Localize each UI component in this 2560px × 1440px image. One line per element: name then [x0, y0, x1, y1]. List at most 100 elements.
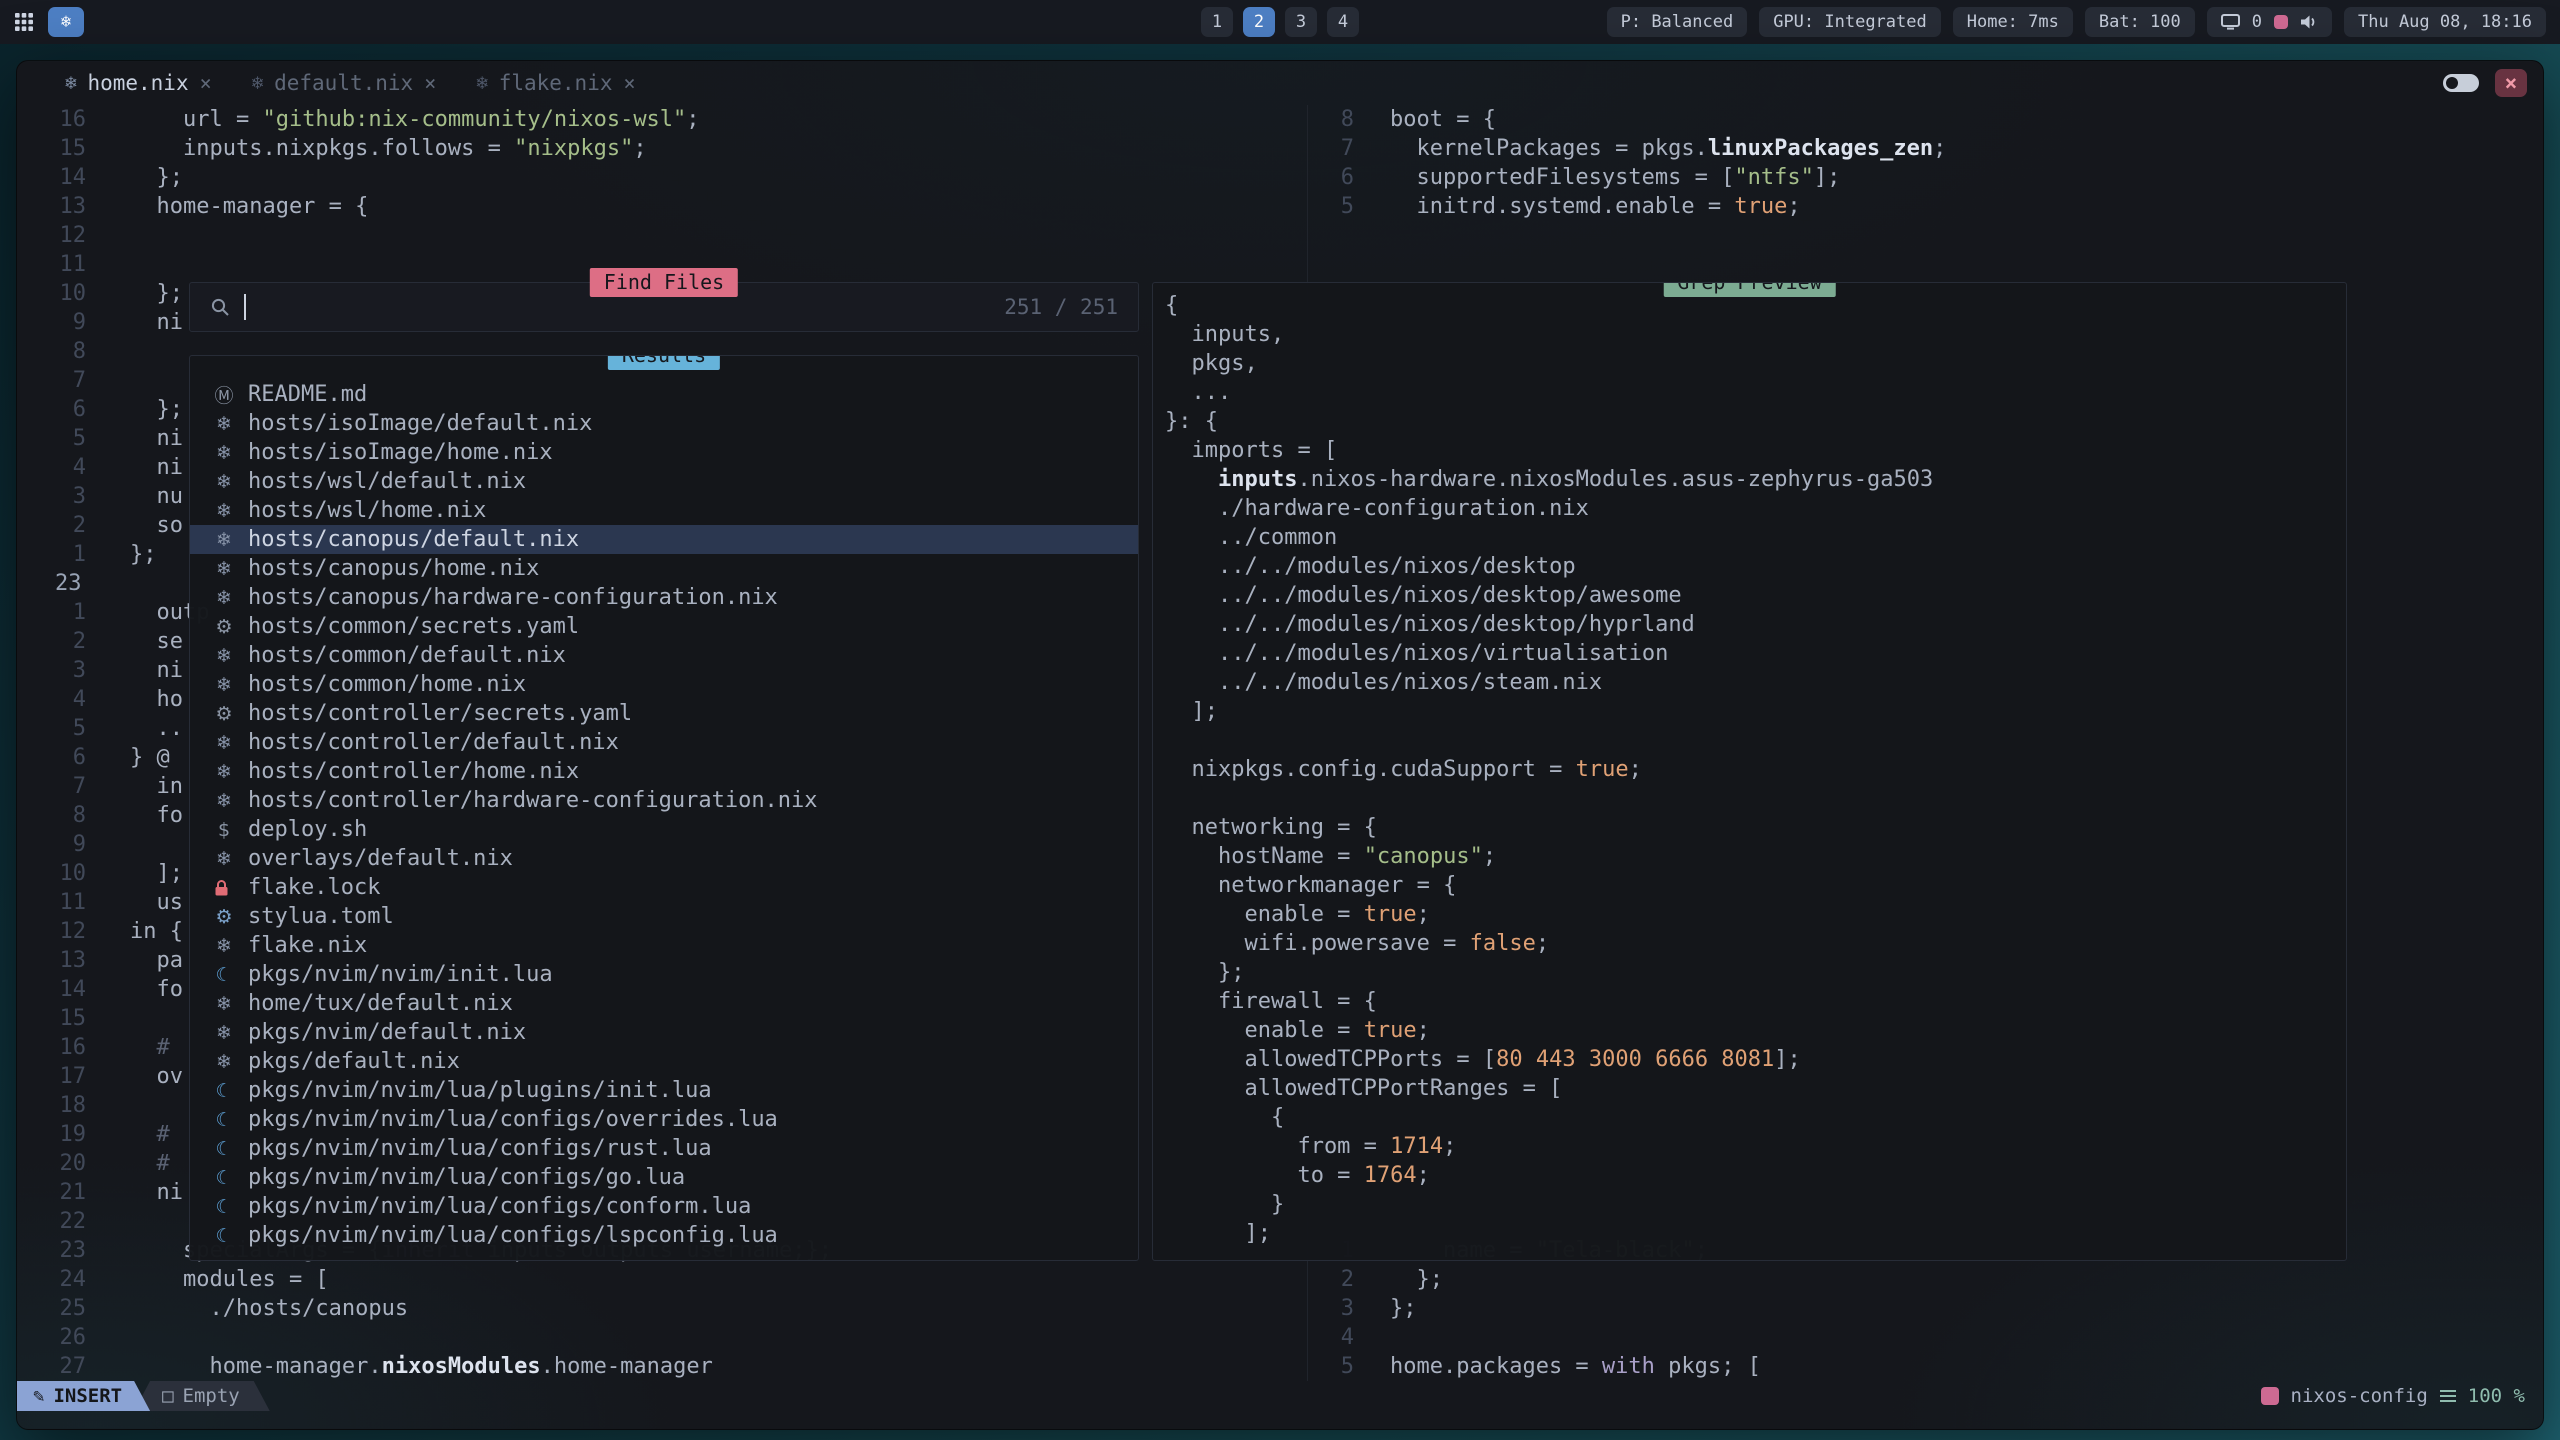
lua-file-icon: ☾	[214, 1109, 234, 1131]
tab-default.nix[interactable]: ❄default.nix×	[232, 61, 457, 105]
workspace-3[interactable]: 3	[1285, 7, 1317, 37]
result-item[interactable]: ❄hosts/wsl/home.nix	[190, 496, 1138, 525]
tab-label: home.nix	[87, 71, 188, 95]
nix-snowflake-icon[interactable]: ❄	[48, 7, 84, 37]
result-filename: pkgs/nvim/nvim/init.lua	[248, 962, 553, 987]
tab-close-icon[interactable]: ×	[200, 71, 212, 95]
result-item[interactable]: ☾pkgs/nvim/nvim/lua/configs/go.lua	[190, 1163, 1138, 1192]
line-number: 13	[17, 192, 86, 221]
close-window-button[interactable]: ×	[2495, 69, 2527, 97]
result-item[interactable]: ❄home/tux/default.nix	[190, 989, 1138, 1018]
result-item[interactable]: ☾ pkgs/nvim/nvim/lua/configs/overrides.lu…	[190, 1105, 1138, 1134]
line-number: 27	[17, 1352, 86, 1381]
search-icon	[210, 297, 230, 317]
result-filename: hosts/common/home.nix	[248, 672, 526, 697]
result-item[interactable]: ❄hosts/isoImage/default.nix	[190, 409, 1138, 438]
line-number: 5	[17, 424, 86, 453]
workspace-1[interactable]: 1	[1201, 7, 1233, 37]
line-number: 24	[17, 1265, 86, 1294]
preview-line: nixpkgs.config.cudaSupport = true;	[1165, 755, 2346, 784]
result-item[interactable]: ❄hosts/isoImage/home.nix	[190, 438, 1138, 467]
result-item[interactable]: ☾pkgs/nvim/nvim/lua/plugins/init.lua	[190, 1076, 1138, 1105]
result-item[interactable]: ⚙stylua.toml	[190, 902, 1138, 931]
preview-line	[1165, 726, 2346, 755]
result-item[interactable]: ❄overlays/default.nix	[190, 844, 1138, 873]
result-filename: hosts/isoImage/home.nix	[248, 440, 553, 465]
result-item[interactable]: ❄pkgs/nvim/default.nix	[190, 1018, 1138, 1047]
code-line: 7 kernelPackages = pkgs.linuxPackages_ze…	[1308, 134, 2543, 163]
pencil-icon: ✎	[33, 1385, 44, 1407]
mode-indicator: ✎ INSERT	[17, 1381, 150, 1411]
result-item[interactable]: ❄hosts/canopus/default.nix	[190, 525, 1138, 554]
apps-grid-icon[interactable]	[14, 12, 34, 32]
result-filename: hosts/common/secrets.yaml	[248, 614, 579, 639]
preview-line: };	[1165, 958, 2346, 987]
line-number: 10	[17, 859, 86, 888]
code-line: 15 inputs.nixpkgs.follows = "nixpkgs";	[17, 134, 1307, 163]
nix-file-icon: ❄	[214, 558, 234, 580]
result-item[interactable]: $deploy.sh	[190, 815, 1138, 844]
result-item[interactable]: ⓂREADME.md	[190, 380, 1138, 409]
yaml-file-icon: ⚙	[214, 616, 234, 638]
toggle-pill-icon[interactable]	[2443, 74, 2479, 92]
result-item[interactable]: ❄hosts/common/default.nix	[190, 641, 1138, 670]
code-line: 5home.packages = with pkgs; [	[1308, 1352, 2543, 1381]
status-pill[interactable]: Bat: 100	[2085, 7, 2195, 37]
line-number: 9	[17, 830, 86, 859]
result-item[interactable]: ☾pkgs/nvim/nvim/lua/configs/lspconfig.lu…	[190, 1221, 1138, 1250]
result-item[interactable]: ❄hosts/wsl/default.nix	[190, 467, 1138, 496]
line-number: 13	[17, 946, 86, 975]
result-filename: hosts/common/default.nix	[248, 643, 566, 668]
workspace-2[interactable]: 2	[1243, 7, 1275, 37]
line-number: 12	[17, 917, 86, 946]
result-item[interactable]: ☾pkgs/nvim/nvim/init.lua	[190, 960, 1138, 989]
preview-line: to = 1764;	[1165, 1161, 2346, 1190]
result-item[interactable]: ❄flake.nix	[190, 931, 1138, 960]
result-filename: pkgs/nvim/nvim/lua/configs/overrides.lua	[248, 1107, 778, 1132]
workspace-switcher: 1234	[1201, 7, 1359, 37]
line-number: 2	[17, 627, 86, 656]
tab-flake.nix[interactable]: ❄flake.nix×	[456, 61, 655, 105]
result-filename: home/tux/default.nix	[248, 991, 513, 1016]
result-item[interactable]: ❄hosts/canopus/hardware-configuration.ni…	[190, 583, 1138, 612]
result-item[interactable]: ☾pkgs/nvim/nvim/lua/configs/conform.lua	[190, 1192, 1138, 1221]
result-item[interactable]: ⚙ hosts/common/secrets.yaml	[190, 612, 1138, 641]
buffer-label: Empty	[183, 1385, 240, 1407]
line-number: 1	[17, 540, 86, 569]
status-pill[interactable]: P: Balanced	[1607, 7, 1748, 37]
preview-line: ...	[1165, 378, 2346, 407]
tab-close-icon[interactable]: ×	[424, 71, 436, 95]
line-number: 5	[1308, 192, 1354, 221]
result-filename: pkgs/nvim/nvim/lua/configs/lspconfig.lua	[248, 1223, 778, 1248]
workspace-4[interactable]: 4	[1327, 7, 1359, 37]
result-item[interactable]: ❄hosts/common/home.nix	[190, 670, 1138, 699]
status-pill[interactable]: Home: 7ms	[1953, 7, 2073, 37]
result-item[interactable]: ❄hosts/canopus/home.nix	[190, 554, 1138, 583]
tab-home.nix[interactable]: ❄home.nix×	[45, 61, 232, 105]
preview-line: inputs.nixos-hardware.nixosModules.asus-…	[1165, 465, 2346, 494]
mode-label: INSERT	[53, 1385, 122, 1407]
line-number: 1	[17, 598, 86, 627]
result-item[interactable]: ❄hosts/controller/home.nix	[190, 757, 1138, 786]
clock[interactable]: Thu Aug 08, 18:16	[2344, 7, 2546, 37]
preview-line: ../common	[1165, 523, 2346, 552]
preview-line: networking = {	[1165, 813, 2346, 842]
system-bar-left: ❄	[14, 7, 84, 37]
result-item[interactable]: ⚙hosts/controller/secrets.yaml	[190, 699, 1138, 728]
tab-close-icon[interactable]: ×	[623, 71, 635, 95]
result-item[interactable]: flake.lock	[190, 873, 1138, 902]
result-item[interactable]: ❄hosts/controller/hardware-configuration…	[190, 786, 1138, 815]
result-filename: pkgs/nvim/nvim/lua/configs/go.lua	[248, 1165, 685, 1190]
buffer-status: □ Empty	[134, 1381, 270, 1411]
result-item[interactable]: ❄pkgs/default.nix	[190, 1047, 1138, 1076]
system-tray[interactable]: 0	[2207, 7, 2332, 37]
result-item[interactable]: ☾pkgs/nvim/nvim/lua/configs/rust.lua	[190, 1134, 1138, 1163]
result-item[interactable]: ❄hosts/controller/default.nix	[190, 728, 1138, 757]
result-filename: pkgs/nvim/nvim/lua/configs/conform.lua	[248, 1194, 751, 1219]
status-pill[interactable]: GPU: Integrated	[1759, 7, 1941, 37]
telescope-prompt[interactable]: Find Files 251 / 251	[189, 282, 1139, 332]
result-filename: README.md	[248, 382, 367, 407]
buffer-icon: □	[162, 1385, 173, 1407]
repo-icon	[2261, 1387, 2279, 1405]
telescope-preview: Grep Preview { inputs, pkgs, ...}: { imp…	[1152, 282, 2347, 1261]
